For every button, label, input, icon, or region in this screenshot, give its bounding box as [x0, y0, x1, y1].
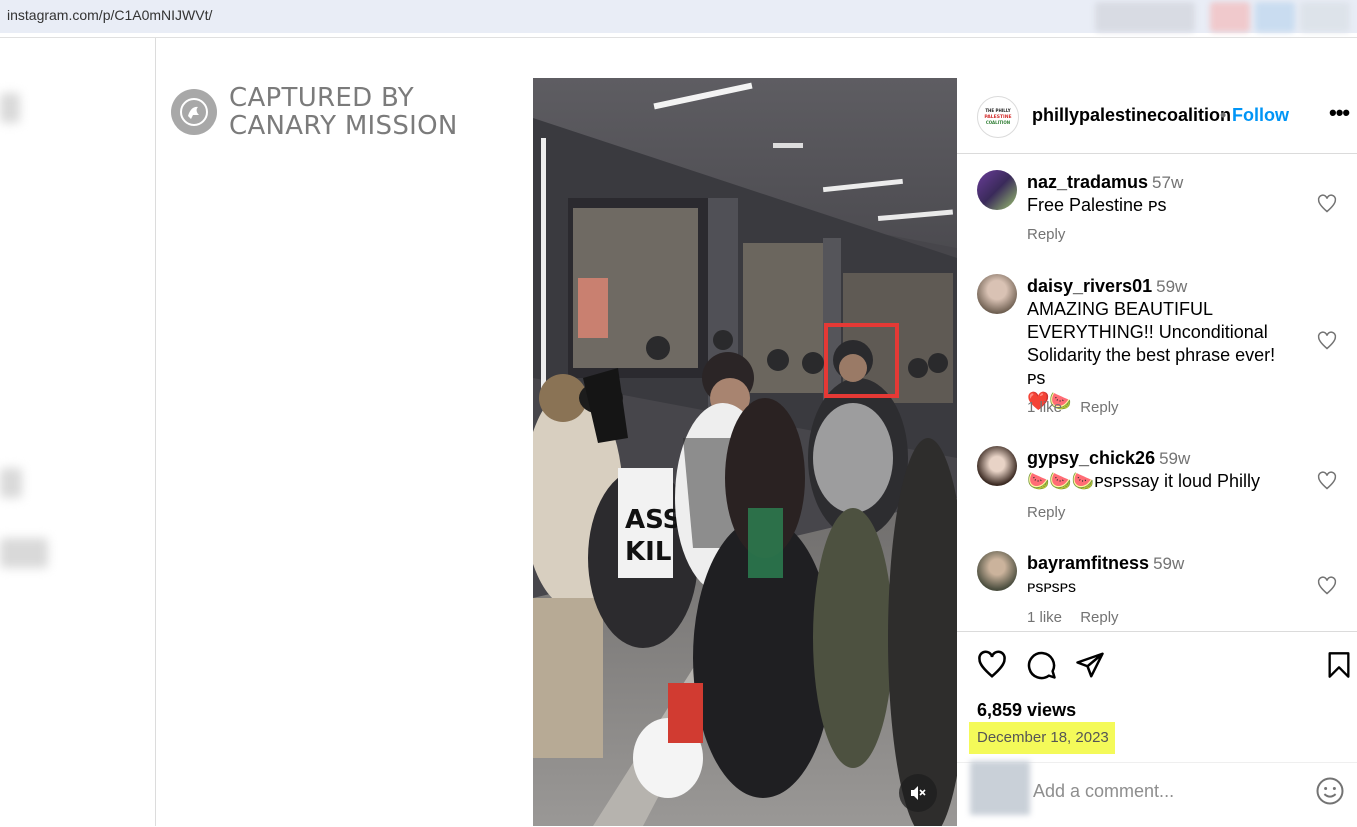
- divider: [0, 37, 1357, 38]
- url-text[interactable]: instagram.com/p/C1A0mNIJWVt/: [7, 7, 212, 23]
- comment-time: 57w: [1152, 173, 1184, 192]
- comment-bubble-icon[interactable]: [1027, 650, 1057, 680]
- commenter-username[interactable]: bayramfitness: [1027, 553, 1149, 573]
- blurred-toolbar-area: [1255, 2, 1295, 32]
- svg-text:THE PHILLY: THE PHILLY: [985, 108, 1010, 113]
- watermark-line-1: CAPTURED BY: [229, 83, 414, 113]
- commenter-avatar[interactable]: [977, 274, 1017, 314]
- more-options-button[interactable]: •••: [1329, 100, 1350, 126]
- like-heart-icon[interactable]: [977, 650, 1007, 680]
- comment-meta: 1 like Reply: [1027, 609, 1133, 626]
- browser-address-bar[interactable]: instagram.com/p/C1A0mNIJWVt/: [0, 0, 1357, 33]
- reply-button[interactable]: Reply: [1027, 226, 1065, 243]
- comment-header: daisy_rivers01 59w: [1027, 276, 1187, 297]
- comment-header: naz_tradamus 57w: [1027, 172, 1183, 193]
- comment-text: 🍉🍉🍉ᴘsᴘssay it loud Philly: [1027, 471, 1261, 491]
- comment-meta: Reply: [1027, 226, 1079, 243]
- commenter-avatar[interactable]: [977, 446, 1017, 486]
- mute-button[interactable]: [899, 774, 937, 812]
- account-avatar[interactable]: THE PHILLY PALESTINE COALITION: [977, 96, 1019, 138]
- share-paper-plane-icon[interactable]: [1075, 650, 1105, 680]
- canary-bird-icon: [171, 89, 217, 135]
- save-bookmark-icon[interactable]: [1325, 650, 1353, 680]
- comment-time: 59w: [1156, 277, 1188, 296]
- comment-text: Free Palestine ᴘs: [1027, 195, 1167, 215]
- watermark-line-2: CANARY MISSION: [229, 111, 458, 141]
- post-date: December 18, 2023: [977, 729, 1109, 746]
- add-comment-avatar: [970, 761, 1030, 815]
- svg-text:KIL: KIL: [625, 537, 671, 567]
- comment-body: AMAZING BEAUTIFUL EVERYTHING!! Unconditi…: [1027, 299, 1276, 388]
- comment-text: ᴘsᴘsᴘs: [1027, 579, 1077, 596]
- heart-icon[interactable]: [1317, 194, 1337, 214]
- comment-header: gypsy_chick26 59w: [1027, 448, 1190, 469]
- blurred-nav-item[interactable]: [0, 538, 48, 568]
- comment-time: 59w: [1153, 554, 1185, 573]
- like-count[interactable]: 1 like: [1027, 399, 1062, 416]
- blurred-toolbar-area: [1210, 2, 1250, 32]
- comment-meta: Reply: [1027, 504, 1079, 521]
- account-name[interactable]: phillypalestinecoalition: [1032, 105, 1231, 126]
- blurred-toolbar-area: [1300, 2, 1350, 32]
- emoji-smiley-icon[interactable]: [1315, 776, 1345, 806]
- video-frame-illustration: ASS KIL: [533, 78, 957, 826]
- separator-dot: •: [1220, 105, 1227, 125]
- watermark-text: CAPTURED BY CANARY MISSION: [229, 84, 458, 140]
- left-sidebar: [0, 38, 156, 826]
- post-sidebar: THE PHILLY PALESTINE COALITION phillypal…: [957, 78, 1357, 826]
- heart-icon[interactable]: [1317, 576, 1337, 596]
- add-comment-input[interactable]: Add a comment...: [1033, 781, 1174, 802]
- view-count: 6,859 views: [977, 700, 1077, 720]
- commenter-avatar[interactable]: [977, 170, 1017, 210]
- reply-button[interactable]: Reply: [1080, 399, 1118, 416]
- canary-mission-watermark: CAPTURED BY CANARY MISSION: [171, 84, 458, 140]
- post-video[interactable]: ASS KIL: [533, 78, 957, 826]
- commenter-username[interactable]: daisy_rivers01: [1027, 276, 1152, 296]
- speaker-muted-icon: [911, 786, 926, 800]
- follow-button[interactable]: Follow: [1232, 105, 1289, 126]
- post-header: THE PHILLY PALESTINE COALITION phillypal…: [957, 78, 1357, 154]
- blurred-toolbar-area: [1095, 2, 1195, 32]
- heart-icon[interactable]: [1317, 331, 1337, 351]
- commenter-avatar[interactable]: [977, 551, 1017, 591]
- svg-text:ASS: ASS: [625, 505, 681, 535]
- comment-time: 59w: [1159, 449, 1191, 468]
- comment-meta: 1 like Reply: [1027, 399, 1133, 416]
- comment-text: AMAZING BEAUTIFUL EVERYTHING!! Unconditi…: [1027, 298, 1292, 413]
- blurred-nav-item[interactable]: [0, 468, 22, 498]
- commenter-username[interactable]: gypsy_chick26: [1027, 448, 1155, 468]
- reply-button[interactable]: Reply: [1080, 609, 1118, 626]
- heart-icon[interactable]: [1317, 471, 1337, 491]
- reply-button[interactable]: Reply: [1027, 504, 1065, 521]
- comment-header: bayramfitness 59w: [1027, 553, 1184, 574]
- like-count[interactable]: 1 like: [1027, 609, 1062, 626]
- commenter-username[interactable]: naz_tradamus: [1027, 172, 1148, 192]
- svg-text:COALITION: COALITION: [986, 120, 1010, 125]
- blurred-nav-item[interactable]: [0, 93, 20, 123]
